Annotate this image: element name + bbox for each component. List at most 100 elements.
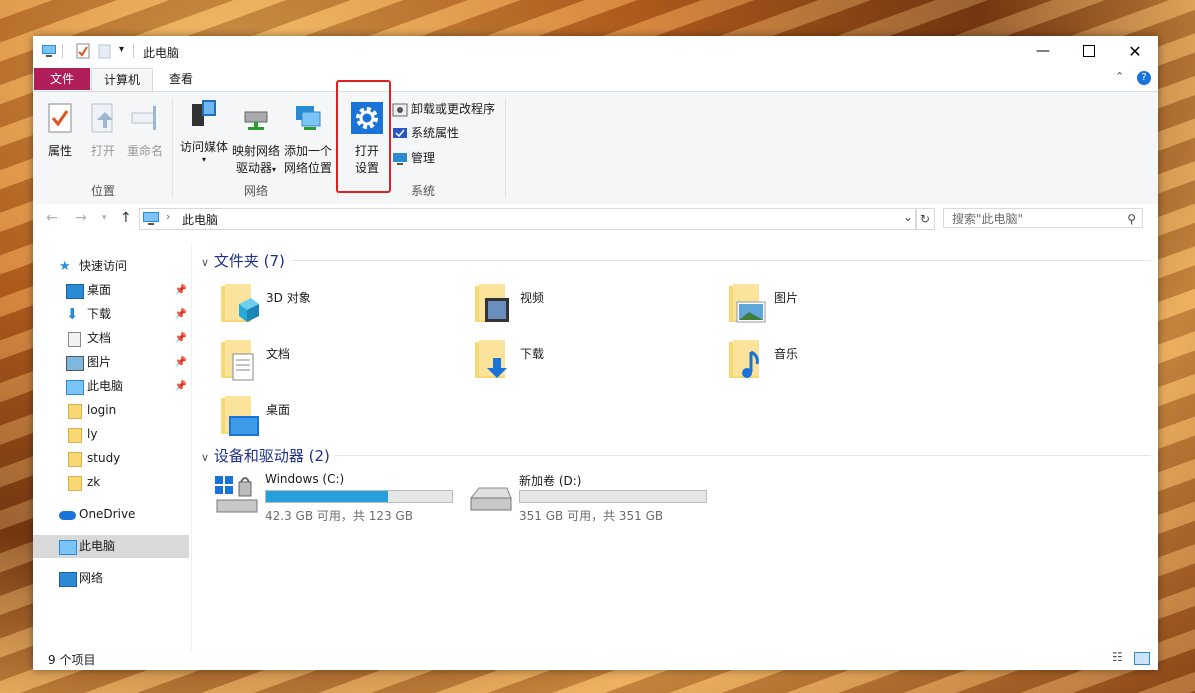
content-pane: ∨ 文件夹 (7) 3D 对象 视频 图片 文档 下载 音乐 桌面 ∨ 设备和驱…: [193, 242, 1158, 652]
media-icon: [192, 100, 216, 126]
new-folder-quick-icon[interactable]: [97, 43, 113, 59]
folder-videos[interactable]: 视频: [473, 282, 713, 332]
nav-item-this-pc-pinned[interactable]: 此电脑 📌: [33, 375, 189, 398]
folder-name: 3D 对象: [266, 291, 311, 305]
nav-item-label: 桌面: [87, 283, 112, 297]
this-pc-icon: [143, 212, 159, 225]
tab-file[interactable]: 文件: [34, 68, 90, 90]
nav-item-login[interactable]: login: [33, 399, 189, 422]
nav-item-label: 下载: [87, 307, 112, 321]
open-button[interactable]: 打开: [87, 102, 119, 160]
nav-item-downloads[interactable]: ⬇ 下载 📌: [33, 303, 189, 326]
large-icons-view-icon[interactable]: [1134, 652, 1150, 665]
recent-dropdown-icon[interactable]: ▾: [102, 213, 107, 223]
folder-downloads[interactable]: 下载: [473, 338, 713, 388]
system-properties-button[interactable]: 系统属性: [392, 123, 459, 143]
pin-icon[interactable]: 📌: [175, 375, 187, 398]
forward-icon[interactable]: →: [75, 210, 87, 226]
nav-item-label: 此电脑: [87, 379, 124, 393]
details-view-icon[interactable]: ☷: [1112, 650, 1123, 664]
back-icon[interactable]: ←: [46, 210, 58, 226]
nav-item-label: ly: [87, 427, 98, 441]
nav-item-documents[interactable]: 文档 📌: [33, 327, 189, 350]
nav-item-study[interactable]: study: [33, 447, 189, 470]
drive-c[interactable]: Windows (C:) 42.3 GB 可用，共 123 GB: [213, 472, 463, 523]
chevron-down-icon[interactable]: ⌄: [903, 210, 913, 224]
document-icon: [68, 332, 81, 347]
pin-icon[interactable]: 📌: [175, 351, 187, 374]
uninstall-programs-button[interactable]: 卸载或更改程序: [392, 99, 495, 119]
item-count: 9 个项目: [48, 653, 96, 667]
folders-header-label: 文件夹 (7): [213, 252, 285, 270]
documents-folder-icon: [221, 340, 254, 381]
ribbon: 属性 打开 重命名 位置 访问媒体 ▾ 映射网络 驱动器▾ 添加一个 网络位置 …: [33, 91, 1158, 205]
nav-network[interactable]: 网络: [33, 567, 189, 590]
folder-desktop[interactable]: 桌面: [219, 394, 459, 444]
nav-item-ly[interactable]: ly: [33, 423, 189, 446]
system-properties-label: 系统属性: [411, 126, 460, 140]
pictures-folder-icon: [729, 284, 766, 323]
folder-name: 音乐: [774, 347, 799, 361]
properties-button[interactable]: 属性: [43, 102, 77, 160]
minimize-button[interactable]: —: [1020, 36, 1066, 66]
pin-icon[interactable]: 📌: [175, 327, 187, 350]
network-icon: [59, 572, 77, 587]
minimize-icon: —: [1036, 43, 1050, 59]
refresh-button[interactable]: ↻: [915, 208, 935, 230]
nav-this-pc[interactable]: 此电脑: [33, 535, 189, 558]
this-pc-icon: [59, 540, 77, 555]
folder-name: 下载: [520, 347, 545, 361]
manage-button[interactable]: 管理: [392, 148, 435, 168]
address-bar[interactable]: › 此电脑 ⌄: [139, 208, 917, 230]
maximize-button[interactable]: [1066, 36, 1112, 66]
drive-name: 新加卷 (D:): [519, 474, 582, 488]
pin-icon[interactable]: 📌: [175, 279, 187, 302]
nav-item-desktop[interactable]: 桌面 📌: [33, 279, 189, 302]
navigation-pane: ★ 快速访问 桌面 📌 ⬇ 下载 📌 文档 📌 图片 📌 此电脑 📌 login…: [33, 242, 192, 652]
dropdown-icon: ▾: [201, 155, 206, 164]
folder-music[interactable]: 音乐: [727, 338, 967, 388]
folders-section-header[interactable]: ∨ 文件夹 (7): [201, 250, 285, 271]
properties-quick-icon[interactable]: [75, 43, 91, 59]
nav-quick-access-label: 快速访问: [79, 259, 128, 273]
nav-this-pc-label: 此电脑: [79, 539, 116, 553]
rename-button[interactable]: 重命名: [125, 102, 165, 160]
help-icon[interactable]: ?: [1137, 71, 1151, 85]
quick-access-dropdown-icon[interactable]: ▾: [119, 44, 124, 55]
nav-item-zk[interactable]: zk: [33, 471, 189, 494]
close-button[interactable]: ✕: [1112, 36, 1158, 66]
properties-label: 属性: [47, 144, 72, 158]
collapse-ribbon-icon[interactable]: ⌃: [1115, 70, 1124, 83]
title-bar: ▾ 此电脑 — ✕: [33, 36, 1158, 66]
folder-name: 图片: [774, 291, 799, 305]
nav-item-pictures[interactable]: 图片 📌: [33, 351, 189, 374]
up-icon[interactable]: ↑: [120, 210, 132, 226]
folder-icon: [68, 476, 82, 491]
add-network-label-2: 网络位置: [283, 161, 332, 175]
tab-computer[interactable]: 计算机: [91, 68, 154, 91]
chevron-right-icon: ›: [166, 210, 171, 223]
map-drive-label-2: 驱动器: [235, 161, 272, 175]
nav-quick-access[interactable]: ★ 快速访问: [33, 255, 189, 278]
folder-pictures[interactable]: 图片: [727, 282, 967, 332]
add-network-location-button[interactable]: 添加一个 网络位置: [283, 102, 333, 177]
drive-d[interactable]: 新加卷 (D:) 351 GB 可用，共 351 GB: [467, 472, 717, 523]
cloud-icon: [59, 511, 76, 520]
folder-documents[interactable]: 文档: [219, 338, 459, 388]
nav-network-label: 网络: [79, 571, 104, 585]
nav-onedrive-label: OneDrive: [79, 507, 136, 521]
dropdown-icon: ▾: [272, 165, 277, 174]
open-label: 打开: [90, 144, 115, 158]
folder-3d-objects[interactable]: 3D 对象: [219, 282, 459, 332]
drives-section-header[interactable]: ∨ 设备和驱动器 (2): [201, 445, 330, 466]
star-icon: ★: [59, 259, 71, 274]
nav-onedrive[interactable]: OneDrive: [33, 503, 189, 526]
access-media-button[interactable]: 访问媒体 ▾: [178, 98, 230, 164]
folder-icon: [68, 452, 82, 467]
tab-view[interactable]: 查看: [157, 68, 205, 90]
map-network-drive-button[interactable]: 映射网络 驱动器▾: [231, 102, 281, 178]
search-input[interactable]: 搜索"此电脑" ⚲: [943, 208, 1143, 228]
pin-icon[interactable]: 📌: [175, 303, 187, 326]
this-pc-icon: [42, 45, 56, 57]
videos-folder-icon: [475, 284, 509, 322]
